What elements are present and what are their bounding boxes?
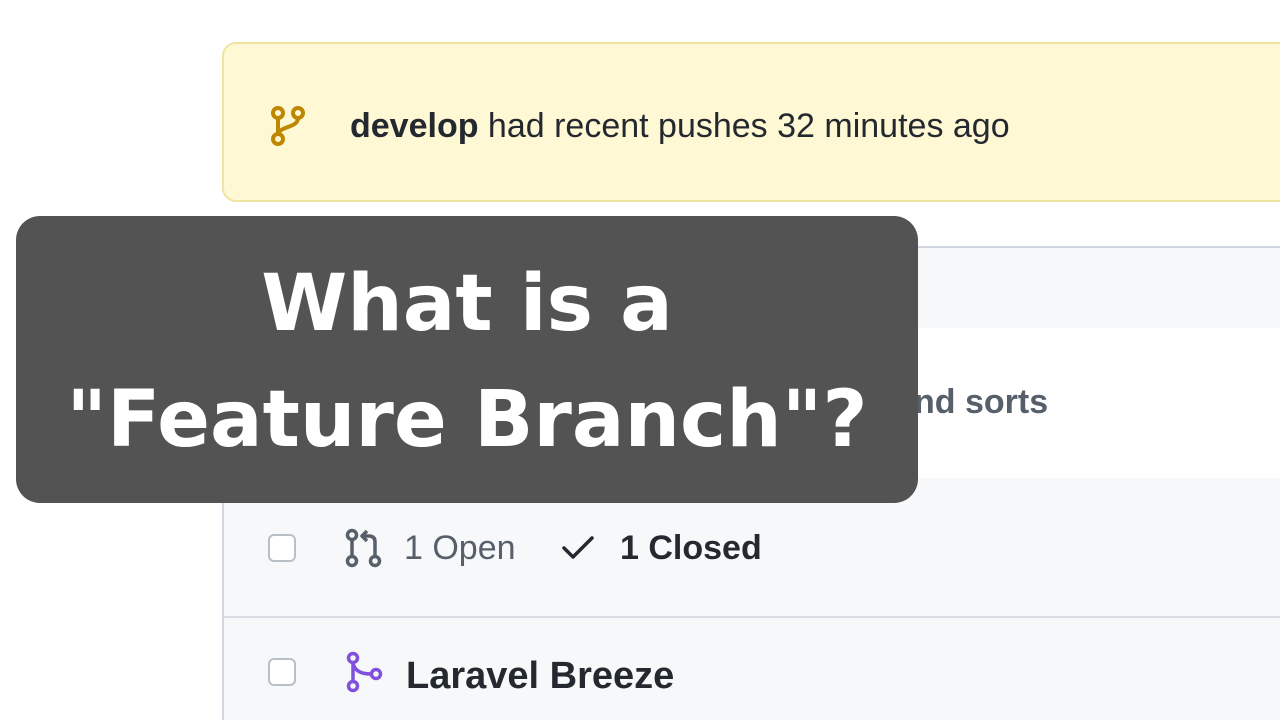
list-item[interactable]: Laravel Breeze — [224, 618, 1280, 720]
overlay-title-line-1: What is a — [261, 259, 673, 349]
git-branch-icon — [268, 104, 308, 148]
recent-pushes-banner: develop had recent pushes 32 minutes ago — [222, 42, 1280, 202]
closed-count-tab[interactable]: 1 Closed — [620, 526, 762, 570]
check-icon — [560, 532, 596, 564]
open-count-tab[interactable]: 1 Open — [404, 526, 516, 570]
filters-and-sorts-text[interactable]: nd sorts — [914, 380, 1048, 424]
select-all-checkbox[interactable] — [268, 534, 296, 562]
item-checkbox[interactable] — [268, 658, 296, 686]
item-title-link[interactable]: Laravel Breeze — [406, 652, 674, 700]
recent-pushes-message: develop had recent pushes 32 minutes ago — [350, 104, 1010, 148]
git-merge-icon — [344, 650, 384, 694]
branch-name-link[interactable]: develop — [350, 107, 478, 145]
screenshot-stage: develop had recent pushes 32 minutes ago… — [0, 0, 1280, 720]
git-pull-request-icon — [344, 528, 384, 568]
overlay-title-line-2: "Feature Branch"? — [66, 375, 868, 465]
title-overlay: What is a "Feature Branch"? — [16, 216, 918, 503]
recent-pushes-text: had recent pushes 32 minutes ago — [478, 107, 1010, 145]
